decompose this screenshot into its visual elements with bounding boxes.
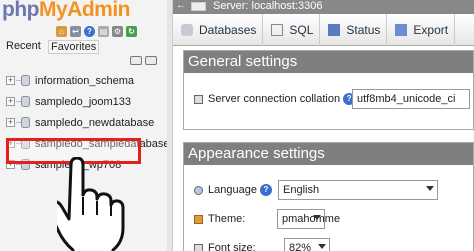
- reload-icon[interactable]: ↻: [126, 26, 137, 37]
- chevron-down-icon: [426, 186, 434, 191]
- general-settings-panel: General settings Server connection colla…: [183, 50, 474, 130]
- database-icon: [21, 96, 30, 107]
- database-icon: [181, 24, 193, 36]
- language-icon: [194, 185, 203, 195]
- language-row: Language ?: [194, 184, 272, 196]
- logo-myadmin: MyAdmin: [38, 0, 131, 21]
- database-item[interactable]: + sampledo_newdatabase: [0, 112, 167, 133]
- server-breadcrumb: ← Server: localhost:3306: [173, 0, 474, 14]
- database-item[interactable]: + information_schema: [0, 70, 167, 91]
- logout-icon[interactable]: ↩: [70, 26, 81, 37]
- favorites-tab[interactable]: Favorites: [48, 40, 100, 54]
- fontsize-row: Font size:: [194, 242, 256, 251]
- fontsize-label: Font size:: [208, 242, 256, 251]
- sql-icon: [271, 24, 284, 36]
- top-tabs: Databases SQL Status Export: [173, 14, 474, 46]
- fontsize-icon: [194, 243, 203, 251]
- tab-label: Status: [346, 23, 381, 37]
- database-item[interactable]: + sampledo_joom133: [0, 91, 167, 112]
- tab-sql[interactable]: SQL: [263, 14, 321, 46]
- recent-tab[interactable]: Recent: [6, 40, 41, 52]
- expand-icon[interactable]: +: [6, 97, 15, 106]
- theme-row: Theme:: [194, 213, 245, 225]
- chevron-down-icon: [318, 244, 326, 249]
- help-icon[interactable]: ?: [84, 26, 95, 37]
- chevron-down-icon: [313, 215, 321, 220]
- theme-select[interactable]: pmahomme: [277, 209, 340, 229]
- home-icon[interactable]: ⌂: [56, 26, 67, 37]
- database-name[interactable]: information_schema: [35, 75, 134, 87]
- theme-value: pmahomme: [282, 213, 341, 225]
- hand-cursor-icon: [57, 157, 125, 251]
- collation-select[interactable]: utf8mb4_unicode_ci: [352, 89, 470, 109]
- collation-value: utf8mb4_unicode_ci: [357, 93, 456, 105]
- panel-title: Appearance settings: [184, 143, 473, 165]
- database-icon: [21, 75, 30, 86]
- expand-icon[interactable]: +: [6, 118, 15, 127]
- language-select[interactable]: English: [278, 180, 438, 200]
- navigation-panel: phpMyAdmin ⌂ ↩ ? ▤ ⚙ ↻ Recent Favorites …: [0, 0, 167, 251]
- collation-row: Server connection collation ?: [194, 93, 356, 105]
- collapse-controls: [130, 56, 157, 65]
- server-label[interactable]: Server: localhost:3306: [213, 0, 322, 12]
- database-name[interactable]: sampledo_joom133: [35, 96, 131, 108]
- server-icon: [191, 2, 206, 11]
- theme-icon: [194, 214, 203, 224]
- tab-export[interactable]: Export: [387, 14, 456, 46]
- tab-status[interactable]: Status: [320, 14, 388, 46]
- language-value: English: [283, 184, 320, 196]
- expand-icon[interactable]: +: [6, 76, 15, 85]
- language-label: Language: [208, 184, 257, 196]
- appearance-settings-panel: Appearance settings Language ? English T…: [183, 142, 474, 251]
- link-with-main-icon[interactable]: [145, 56, 157, 65]
- help-icon[interactable]: ?: [259, 184, 272, 196]
- status-icon: [328, 24, 341, 36]
- nav-icon-row: ⌂ ↩ ? ▤ ⚙ ↻: [56, 26, 137, 37]
- phpmyadmin-logo[interactable]: phpMyAdmin: [0, 0, 167, 26]
- tab-label: Databases: [199, 23, 257, 37]
- settings-icon[interactable]: ⚙: [112, 26, 123, 37]
- theme-label: Theme:: [208, 213, 246, 225]
- export-icon: [395, 24, 408, 36]
- collation-icon: [194, 94, 203, 104]
- docs-icon[interactable]: ▤: [98, 26, 109, 37]
- database-icon: [21, 117, 30, 128]
- back-arrow-icon[interactable]: ←: [176, 1, 186, 11]
- fontsize-value: 82%: [289, 242, 312, 251]
- fontsize-select[interactable]: 82%: [284, 238, 330, 251]
- tab-label: Export: [413, 23, 449, 37]
- logo-php: php: [2, 0, 39, 21]
- database-name[interactable]: sampledo_newdatabase: [35, 117, 154, 129]
- panel-title: General settings: [184, 51, 473, 73]
- tab-databases[interactable]: Databases: [173, 14, 264, 46]
- collation-label: Server connection collation: [208, 93, 341, 105]
- collapse-all-icon[interactable]: [130, 56, 142, 65]
- tab-label: SQL: [289, 23, 314, 37]
